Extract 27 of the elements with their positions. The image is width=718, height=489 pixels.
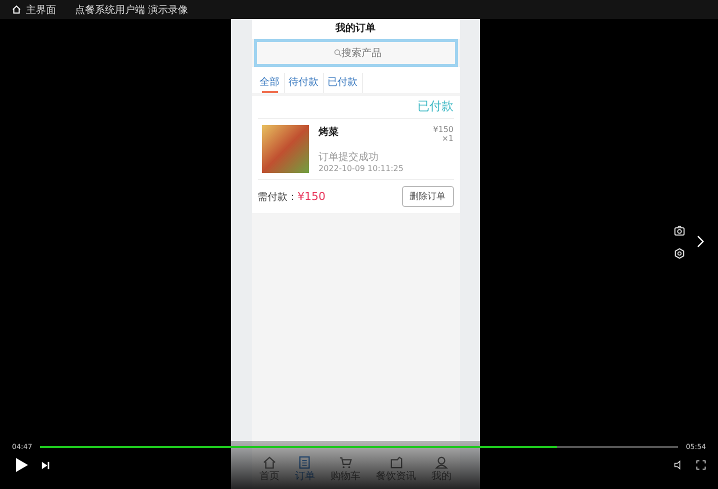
total-amount: ¥150 (298, 190, 326, 203)
home-link[interactable]: 主界面 (26, 2, 56, 16)
play-icon[interactable] (15, 457, 29, 473)
search-field[interactable]: 搜索产品 (254, 39, 458, 67)
home-icon[interactable] (12, 5, 21, 14)
document-icon (298, 456, 312, 469)
chevron-right-icon[interactable] (697, 235, 704, 248)
house-icon (262, 456, 276, 469)
folder-icon (390, 456, 403, 469)
fullscreen-icon[interactable] (696, 460, 706, 470)
order-note: 订单提交成功 (318, 150, 380, 164)
person-icon (435, 456, 448, 469)
order-status: 已付款 (418, 99, 454, 113)
order-time: 2022-10-09 10:11:25 (318, 164, 404, 173)
video-title: 点餐系统用户端 演示录像 (75, 4, 188, 16)
page-title: 我的订单 (252, 19, 460, 39)
dish-name: 烤菜 (318, 126, 338, 140)
dish-price: ¥150 (433, 125, 454, 134)
cart-icon (338, 456, 352, 469)
search-icon (334, 49, 342, 57)
food-photo-placeholder (262, 125, 308, 173)
dish-quantity: ×1 (442, 134, 454, 143)
skip-next-icon[interactable] (41, 460, 50, 470)
settings-icon[interactable] (674, 248, 685, 259)
delete-order-button[interactable]: 删除订单 (402, 186, 454, 207)
camera-icon[interactable] (674, 225, 685, 236)
total-label: 需付款： (258, 190, 298, 204)
